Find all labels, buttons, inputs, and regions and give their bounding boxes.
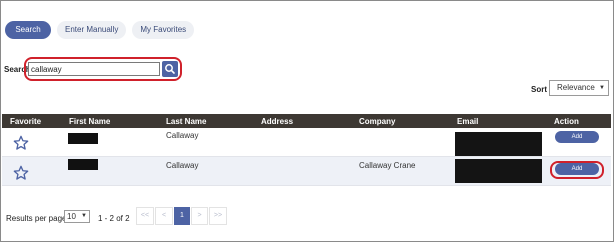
sort-select[interactable]: Relevance ▼	[549, 80, 609, 96]
redacted-first-name	[68, 133, 98, 144]
results-range: 1 - 2 of 2	[98, 214, 130, 223]
cell-last-name: Callaway	[166, 161, 199, 170]
chevron-down-icon: ▼	[599, 85, 605, 91]
star-outline-icon[interactable]	[13, 165, 29, 181]
last-page-button[interactable]: >>	[209, 207, 227, 225]
header-favorite: Favorite	[10, 117, 42, 126]
page-1-button[interactable]: 1	[174, 207, 190, 225]
next-page-button[interactable]: >	[191, 207, 208, 225]
header-action: Action	[554, 117, 579, 126]
header-last-name: Last Name	[166, 117, 207, 126]
results-per-page-select[interactable]: 10 ▼	[64, 210, 90, 223]
cell-company: Callaway Crane	[359, 161, 416, 170]
tab-search[interactable]: Search	[5, 21, 51, 39]
redacted-email	[455, 159, 542, 183]
table-row: Callaway Add	[2, 128, 611, 157]
table-row: Callaway Callaway Crane Add	[2, 157, 611, 186]
header-email: Email	[457, 117, 479, 126]
header-company: Company	[359, 117, 396, 126]
sort-label: Sort	[531, 85, 547, 94]
sort-value: Relevance	[557, 83, 595, 92]
search-highlight-outline	[24, 57, 182, 81]
header-first-name: First Name	[69, 117, 111, 126]
chevron-down-icon: ▼	[81, 213, 87, 219]
redacted-first-name	[68, 159, 98, 170]
prev-page-button[interactable]: <	[155, 207, 173, 225]
cell-last-name: Callaway	[166, 131, 199, 140]
table-header: Favorite First Name Last Name Address Co…	[2, 114, 611, 128]
tab-enter-manually[interactable]: Enter Manually	[57, 21, 127, 39]
tab-bar: Search Enter Manually My Favorites	[5, 21, 195, 39]
results-per-page-value: 10	[67, 212, 76, 221]
redacted-email	[455, 132, 542, 156]
add-button[interactable]: Add	[555, 131, 599, 143]
results-per-page-label: Results per page	[6, 214, 67, 223]
tab-my-favorites[interactable]: My Favorites	[132, 21, 195, 39]
header-address: Address	[261, 117, 294, 126]
add-button-highlight-outline	[550, 161, 604, 179]
first-page-button[interactable]: <<	[136, 207, 154, 225]
star-outline-icon[interactable]	[13, 135, 29, 151]
